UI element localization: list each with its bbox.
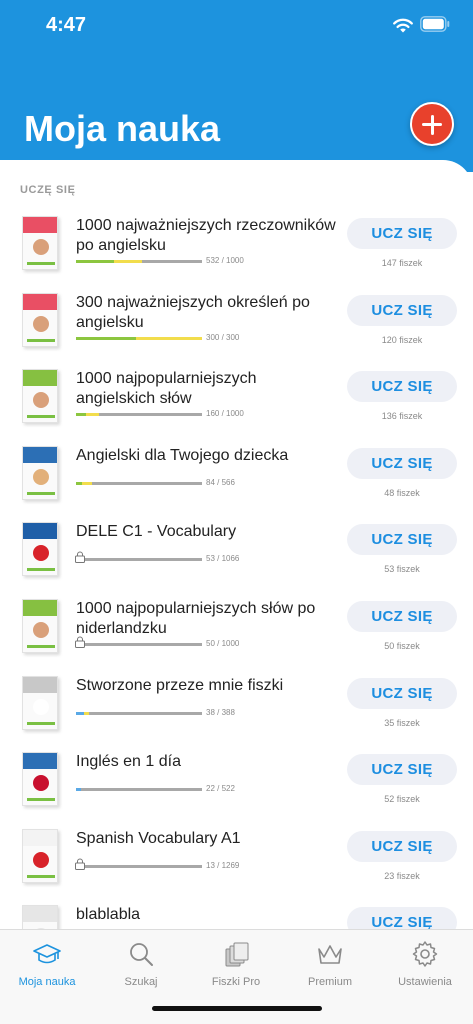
course-cover-image[interactable] — [22, 905, 58, 930]
flashcard-count: 23 fiszek — [384, 870, 420, 881]
progress-bar — [76, 336, 202, 340]
flashcard-count: 35 fiszek — [384, 717, 420, 728]
battery-icon — [420, 16, 450, 32]
course-title[interactable]: blablabla — [76, 905, 336, 925]
flashcard-count: 147 fiszek — [381, 258, 423, 268]
progress-bar — [76, 711, 202, 715]
learn-button[interactable]: UCZ SIĘ — [347, 601, 457, 632]
course-title[interactable]: DELE C1 - Vocabulary — [76, 522, 336, 542]
learn-button[interactable]: UCZ SIĘ — [347, 218, 457, 249]
course-title[interactable]: Inglés en 1 día — [76, 752, 336, 772]
tab-label: Moja nauka — [18, 976, 76, 988]
course-title[interactable]: Angielski dla Twojego dziecka — [76, 446, 336, 466]
progress-count: 160 / 1000 — [206, 409, 244, 419]
course-row[interactable]: Stworzone przeze mnie fiszki 38 / 388 UCZ … — [0, 675, 473, 752]
wifi-icon — [393, 18, 413, 33]
tab-label: Premium — [307, 976, 352, 988]
lock-icon — [75, 551, 85, 564]
course-cover-image[interactable] — [22, 292, 58, 347]
crown-icon — [318, 945, 342, 964]
course-row[interactable]: 1000 najpopularniejszych angielskich słó… — [0, 369, 473, 445]
progress-bar — [76, 788, 202, 792]
course-title[interactable]: 1000 najpopularniejszych słów po niderla… — [76, 599, 336, 639]
course-row[interactable]: Spanish Vocabulary A1 13 / 1269 UCZ SIĘ 23 … — [0, 828, 473, 905]
tab-label: Ustawienia — [398, 976, 452, 988]
progress-bar — [76, 413, 202, 417]
progress-count: 53 / 1066 — [206, 554, 240, 564]
lock-icon — [75, 636, 85, 648]
flashcard-count: 136 fiszek — [381, 411, 423, 422]
learn-button[interactable]: UCZ SIĘ — [347, 294, 457, 326]
tab-label: Szukaj — [124, 976, 158, 988]
course-cover-image[interactable] — [22, 216, 58, 270]
progress-bar — [76, 481, 202, 485]
course-row[interactable]: Angielski dla Twojego dziecka 84 / 566 UCZ… — [0, 445, 473, 522]
progress-count: 38 / 388 — [206, 707, 235, 717]
progress-bar — [75, 636, 202, 648]
progress-count: 300 / 300 — [206, 332, 240, 342]
progress-count: 532 / 1000 — [206, 256, 244, 265]
progress-bar — [75, 551, 202, 564]
course-row[interactable]: Inglés en 1 día 22 / 522 UCZ SIĘ 52 fiszek — [0, 752, 473, 828]
learn-button[interactable]: UCZ SIĘ — [347, 754, 457, 786]
learn-button[interactable]: UCZ SIĘ — [347, 677, 457, 709]
flashcard-count: 120 fiszek — [381, 334, 423, 345]
home-indicator — [152, 1006, 322, 1011]
course-cover-image[interactable] — [22, 599, 58, 653]
course-cover-image[interactable] — [22, 675, 58, 730]
flashcard-count: 48 fiszek — [384, 487, 420, 498]
learn-button[interactable]: UCZ SIĘ — [347, 371, 457, 403]
progress-count: 13 / 1269 — [206, 860, 240, 870]
search-icon — [130, 943, 153, 966]
learn-button[interactable]: UCZ SIĘ — [347, 447, 457, 479]
course-row[interactable]: DELE C1 - Vocabulary 53 / 1066 UCZ SIĘ 53 f… — [0, 522, 473, 598]
learn-button[interactable]: UCZ SIĘ — [347, 524, 457, 556]
progress-count: 22 / 522 — [206, 784, 235, 794]
course-cover-image[interactable] — [22, 522, 58, 577]
lock-icon — [75, 858, 85, 870]
flashcard-count: 50 fiszek — [384, 641, 420, 651]
progress-bar — [76, 260, 202, 263]
gear-icon — [412, 941, 438, 967]
status-time: 4:47 — [46, 14, 87, 36]
tab-szukaj[interactable]: Szukaj — [94, 936, 188, 992]
tab-ustawienia[interactable]: Ustawienia — [378, 936, 472, 992]
app-header: 4:47 Moja nauka — [0, 0, 473, 172]
course-row[interactable]: 1000 najpopularniejszych słów po niderla… — [0, 599, 473, 675]
progress-count: 50 / 1000 — [206, 639, 240, 648]
learn-button[interactable]: UCZ SIĘ — [347, 907, 457, 930]
progress-count: 84 / 566 — [206, 477, 235, 487]
section-label: UCZĘ SIĘ — [20, 184, 76, 196]
tab-fiszki-pro[interactable]: Fiszki Pro — [189, 936, 283, 992]
course-title[interactable]: Spanish Vocabulary A1 — [76, 829, 336, 849]
progress-bar — [75, 858, 202, 870]
flashcard-count: 52 fiszek — [384, 794, 420, 805]
flashcard-count: 53 fiszek — [384, 564, 420, 575]
course-cover-image[interactable] — [22, 828, 58, 883]
course-list[interactable]: UCZĘ SIĘ 1000 najważniejszych rzeczownik… — [0, 160, 473, 930]
graduation-cap-icon — [33, 944, 61, 964]
course-cover-image[interactable] — [22, 752, 58, 807]
course-row[interactable]: blablabla UCZ SIĘ — [0, 905, 473, 930]
course-title[interactable]: Stworzone przeze mnie fiszki — [76, 676, 336, 696]
status-bar: 4:47 — [0, 0, 473, 50]
course-title[interactable]: 1000 najpopularniejszych angielskich słó… — [76, 369, 336, 409]
course-title[interactable]: 300 najważniejszych określeń po angielsk… — [76, 293, 336, 333]
flashcards-icon — [225, 942, 249, 967]
course-row[interactable]: 300 najważniejszych określeń po angielsk… — [0, 292, 473, 369]
course-cover-image[interactable] — [22, 369, 58, 424]
course-cover-image[interactable] — [22, 445, 58, 500]
page-title: Moja nauka — [24, 108, 221, 149]
tab-moja-nauka[interactable]: Moja nauka — [0, 936, 94, 992]
tab-label: Fiszki Pro — [211, 976, 261, 988]
course-title[interactable]: 1000 najważniejszych rzeczowników po ang… — [76, 216, 336, 256]
learn-button[interactable]: UCZ SIĘ — [347, 830, 457, 862]
add-button[interactable] — [410, 102, 454, 146]
tab-premium[interactable]: Premium — [283, 936, 377, 992]
course-row[interactable]: 1000 najważniejszych rzeczowników po ang… — [0, 216, 473, 292]
